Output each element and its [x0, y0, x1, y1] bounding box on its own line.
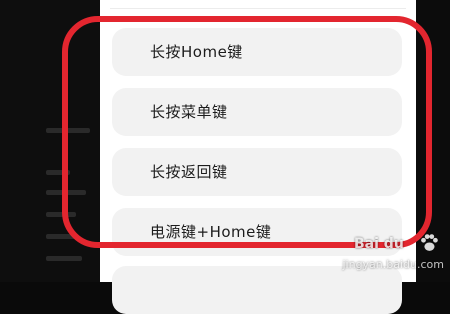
background-text-line	[46, 256, 82, 261]
background-right-edge	[416, 0, 450, 282]
option-long-press-menu[interactable]: 长按菜单键	[112, 88, 402, 136]
option-label: 长按菜单键	[150, 103, 228, 121]
background-text-line	[46, 234, 76, 239]
background-settings-page	[0, 0, 100, 282]
background-text-line	[46, 190, 86, 195]
option-partial-next[interactable]	[112, 266, 402, 314]
background-text-line	[46, 212, 76, 217]
option-label: 长按返回键	[150, 163, 228, 181]
sheet-divider	[110, 8, 406, 9]
option-long-press-home[interactable]: 长按Home键	[112, 28, 402, 76]
background-text-line	[46, 128, 90, 133]
option-power-plus-home[interactable]: 电源键+Home键	[112, 208, 402, 256]
option-label: 电源键+Home键	[150, 223, 272, 241]
options-sheet: 长按Home键 长按菜单键 长按返回键 电源键+Home键	[100, 0, 416, 314]
option-long-press-back[interactable]: 长按返回键	[112, 148, 402, 196]
option-label: 长按Home键	[150, 43, 243, 61]
background-text-line	[46, 170, 70, 175]
